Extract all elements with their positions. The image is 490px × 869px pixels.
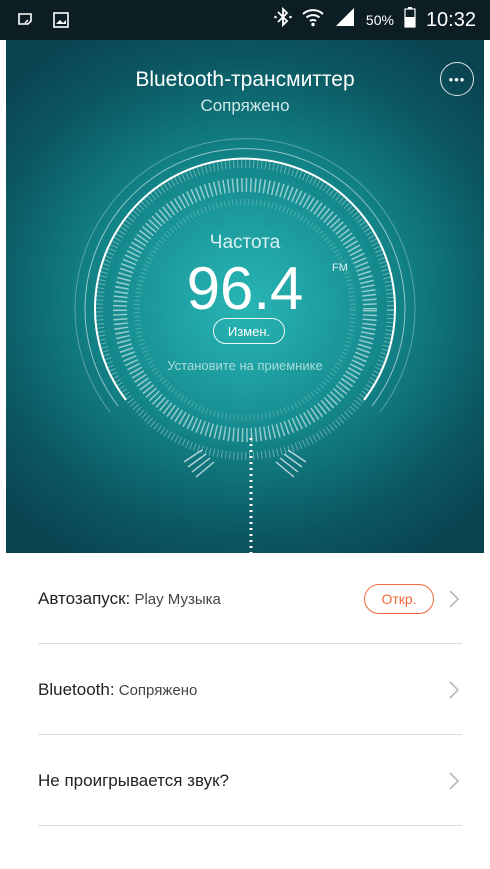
frequency-label: Частота bbox=[209, 232, 281, 253]
status-bar: 50% 10:32 bbox=[0, 0, 490, 40]
no-sound-row[interactable]: Не проигрывается звук? bbox=[0, 735, 490, 826]
bluetooth-label: Bluetooth: bbox=[38, 679, 115, 699]
connection-status: Сопряжено bbox=[200, 96, 290, 115]
open-app-button[interactable]: Откр. bbox=[364, 583, 434, 614]
transmitter-panel: Bluetooth-трансмиттер Сопряжено ••• Част… bbox=[6, 40, 484, 553]
bluetooth-icon bbox=[274, 6, 292, 34]
autostart-value: Play Музыка bbox=[130, 590, 221, 608]
chevron-right-icon bbox=[449, 680, 460, 699]
signal-icon bbox=[334, 7, 356, 33]
more-options-button[interactable]: ••• bbox=[440, 62, 474, 96]
battery-icon bbox=[404, 6, 416, 34]
device-title: Bluetooth-трансмиттер bbox=[135, 68, 355, 91]
chevron-right-icon bbox=[449, 771, 460, 790]
image-icon bbox=[50, 9, 72, 31]
bluetooth-value: Сопряжено bbox=[114, 681, 198, 699]
autostart-label: Автозапуск: bbox=[38, 588, 131, 608]
app-screen: 50% 10:32 Bluetooth-трансмиттер Сопряжен… bbox=[0, 0, 490, 869]
chevron-right-icon bbox=[449, 589, 460, 608]
frequency-value: 96.4 bbox=[186, 255, 304, 322]
notification-icon bbox=[14, 9, 36, 31]
divider bbox=[38, 825, 462, 826]
no-sound-label: Не проигрывается звук? bbox=[38, 770, 229, 790]
bluetooth-row[interactable]: Bluetooth: Сопряжено bbox=[0, 644, 490, 735]
battery-percent: 50% bbox=[365, 12, 394, 28]
receiver-hint: Установите на приемнике bbox=[167, 358, 323, 373]
frequency-unit: FM bbox=[332, 262, 348, 274]
wifi-icon bbox=[302, 7, 324, 33]
autostart-row[interactable]: Автозапуск: Play Музыка Откр. bbox=[0, 553, 490, 644]
clock-time: 10:32 bbox=[425, 8, 476, 31]
settings-list: Автозапуск: Play Музыка Откр. Bluetooth:… bbox=[0, 553, 490, 826]
change-frequency-button[interactable]: Измен. bbox=[213, 318, 285, 344]
